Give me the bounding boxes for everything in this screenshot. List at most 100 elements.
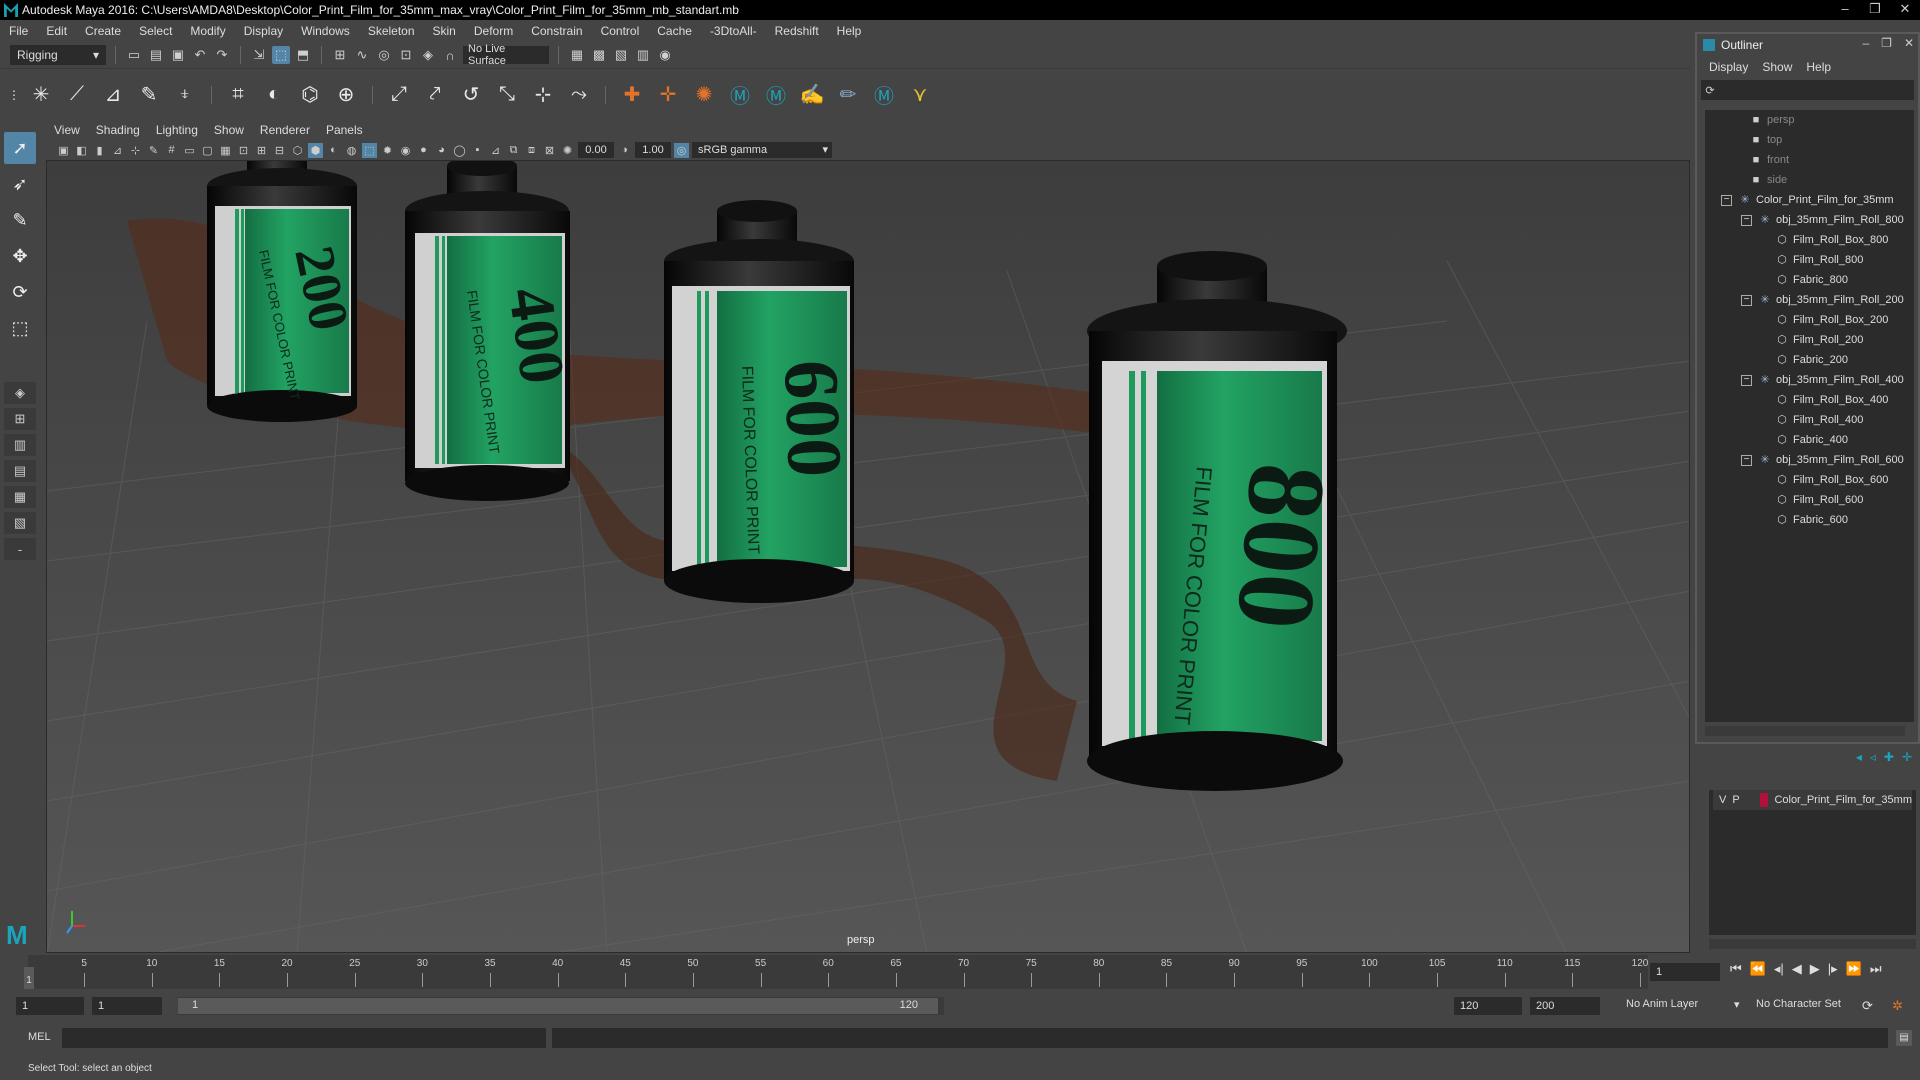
exposure-field[interactable]: 0.00	[578, 142, 614, 158]
wireframe-icon[interactable]: ⬡	[290, 143, 305, 158]
m-tool-one-icon[interactable]: Ⓜ	[725, 80, 755, 110]
minimize-button[interactable]: –	[1830, 0, 1860, 20]
m-tool-two-icon[interactable]: Ⓜ	[761, 80, 791, 110]
chevron-down-icon[interactable]: ▾	[1734, 998, 1740, 1011]
range-thumb[interactable]: 1 120	[178, 998, 938, 1014]
time-ruler[interactable]: 5 10 15 20 25 30 35 40 45 50 55 60 65 70 75 80 85 90 95 100…	[28, 955, 1648, 989]
vp-menu-show[interactable]: Show	[206, 123, 252, 137]
scale-constraint-icon[interactable]: ⤡	[492, 80, 522, 110]
point-constraint-icon[interactable]: ⤤	[420, 80, 450, 110]
shadows-icon[interactable]: ◉	[398, 143, 413, 158]
bookmark-icon[interactable]: ▮	[92, 143, 107, 158]
outliner-horizontal-scrollbar[interactable]	[1705, 726, 1905, 736]
snap-surface-icon[interactable]: ◈	[419, 46, 437, 64]
multisample-aa-icon[interactable]: ◯	[452, 143, 467, 158]
2d-pan-icon[interactable]: ⊹	[128, 143, 143, 158]
outliner-item-root-group[interactable]: − ✳ Color_Print_Film_for_35mm	[1705, 190, 1905, 210]
outliner-item-mesh[interactable]: ⬡ Film_Roll_400	[1705, 410, 1905, 430]
layout-extra-icon[interactable]: ▧	[4, 512, 36, 534]
outliner-item-mesh[interactable]: ⬡ Film_Roll_200	[1705, 330, 1905, 350]
layer-row[interactable]: V P Color_Print_Film_for_35mm	[1713, 790, 1912, 810]
outliner-item-mesh[interactable]: ⬡ Film_Roll_Box_400	[1705, 390, 1905, 410]
outliner-menu-help[interactable]: Help	[1806, 60, 1831, 74]
outliner-menu-display[interactable]: Display	[1709, 60, 1748, 74]
four-view-icon[interactable]: ⊞	[4, 408, 36, 430]
outliner-item-persp[interactable]: ■ persp	[1705, 110, 1905, 130]
step-back-key-icon[interactable]: ⏪	[1750, 961, 1766, 977]
outliner-item-roll-400-group[interactable]: − ✳ obj_35mm_Film_Roll_400	[1705, 370, 1905, 390]
layer-color-swatch[interactable]	[1760, 793, 1769, 807]
outliner-item-mesh[interactable]: ⬡ Fabric_600	[1705, 510, 1905, 530]
xray-components-icon[interactable]: ⊠	[542, 143, 557, 158]
paint-select-icon[interactable]: ✎	[4, 204, 36, 236]
undo-icon[interactable]: ↶	[191, 46, 209, 64]
insert-joint-icon[interactable]: ⟋	[62, 80, 92, 110]
new-layer-selected-icon[interactable]: ✛	[1902, 750, 1912, 764]
menu-skeleton[interactable]: Skeleton	[359, 24, 424, 38]
screen-space-ao-icon[interactable]: ●	[416, 143, 431, 158]
safe-title-icon[interactable]: ⊟	[272, 143, 287, 158]
locator-star-icon[interactable]: ✺	[689, 80, 719, 110]
color-space-dropdown[interactable]: sRGB gamma ▾	[692, 142, 832, 158]
locator-joint-icon[interactable]: ✛	[653, 80, 683, 110]
textured-icon[interactable]: ⬚	[362, 142, 377, 158]
film-gate-icon[interactable]: ▭	[182, 143, 197, 158]
collapse-toggle[interactable]: −	[1741, 454, 1752, 466]
redo-icon[interactable]: ↷	[213, 46, 231, 64]
menu-help[interactable]: Help	[828, 24, 871, 38]
perspective-viewport[interactable]: FILM FOR COLOR PRINT 200 FILM FOR COLOR …	[46, 160, 1690, 953]
maximize-button[interactable]: ❐	[1860, 0, 1890, 20]
wrap-icon[interactable]: ⊕	[331, 80, 361, 110]
scale-tool-icon[interactable]: ⬚	[4, 312, 36, 344]
lattice-icon[interactable]: ⌬	[295, 80, 325, 110]
playback-start-field[interactable]: 1	[92, 997, 162, 1015]
lasso-tool-icon[interactable]: ➶	[4, 168, 36, 200]
rotate-tool-icon[interactable]: ⟳	[4, 276, 36, 308]
bind-skin-icon[interactable]: ⌗	[223, 80, 253, 110]
layer-visibility-toggle[interactable]: V	[1719, 794, 1726, 806]
menu-constrain[interactable]: Constrain	[522, 24, 591, 38]
field-chart-icon[interactable]: ⊡	[236, 143, 251, 158]
filter-icon[interactable]: ⟳	[1701, 81, 1719, 99]
smooth-shade-icon[interactable]: ⬢	[308, 142, 323, 158]
depth-of-field-icon[interactable]: ▪	[470, 143, 485, 158]
menu-deform[interactable]: Deform	[465, 24, 522, 38]
menu-3dtoall[interactable]: -3DtoAll-	[701, 24, 766, 38]
outliner-item-mesh[interactable]: ⬡ Film_Roll_600	[1705, 490, 1905, 510]
grease-pencil-icon[interactable]: ✎	[146, 143, 161, 158]
new-empty-layer-icon[interactable]: ✚	[1884, 750, 1894, 764]
hypershade-icon[interactable]: ◉	[656, 46, 674, 64]
outliner-item-mesh[interactable]: ⬡ Fabric_400	[1705, 430, 1905, 450]
playback-end-field[interactable]: 120	[1454, 997, 1522, 1015]
image-plane-icon[interactable]: ⊿	[110, 143, 125, 158]
ipr-render-icon[interactable]: ▧	[612, 46, 630, 64]
layer-horizontal-scrollbar[interactable]	[1709, 939, 1916, 949]
shelf-menu-icon[interactable]: ⋮	[8, 80, 20, 110]
move-layer-up-icon[interactable]: ◂	[1856, 750, 1862, 764]
menu-create[interactable]: Create	[76, 24, 130, 38]
render-view-icon[interactable]: ▦	[568, 46, 586, 64]
play-forwards-icon[interactable]: ▶	[1810, 961, 1820, 977]
grid-icon[interactable]: #	[164, 143, 179, 158]
snap-curve-icon[interactable]: ∿	[353, 46, 371, 64]
menu-edit[interactable]: Edit	[37, 24, 76, 38]
select-object-icon[interactable]: ⬚	[272, 46, 290, 64]
render-settings-icon[interactable]: ▥	[634, 46, 652, 64]
character-set-dropdown[interactable]: No Character Set	[1756, 998, 1841, 1010]
menu-redshift[interactable]: Redshift	[766, 24, 828, 38]
current-frame-field[interactable]: 1	[1650, 963, 1720, 981]
resolution-gate-icon[interactable]: ▢	[200, 143, 215, 158]
use-all-lights-icon[interactable]: ✹	[380, 143, 395, 158]
outliner-item-roll-600-group[interactable]: − ✳ obj_35mm_Film_Roll_600	[1705, 450, 1905, 470]
select-component-icon[interactable]: ⬒	[294, 46, 312, 64]
persp-graph-icon[interactable]: ▤	[4, 460, 36, 482]
vp-menu-lighting[interactable]: Lighting	[148, 123, 206, 137]
outliner-item-mesh[interactable]: ⬡ Fabric_200	[1705, 350, 1905, 370]
persp-outliner-icon[interactable]: ▥	[4, 434, 36, 456]
joint-tool-icon[interactable]: ✳	[26, 80, 56, 110]
outliner-menu-show[interactable]: Show	[1762, 60, 1792, 74]
step-forward-key-icon[interactable]: ⏩	[1846, 961, 1862, 977]
xray-icon[interactable]: ⧉	[506, 143, 521, 158]
outliner-item-mesh[interactable]: ⬡ Film_Roll_800	[1705, 250, 1905, 270]
outliner-item-front[interactable]: ■ front	[1705, 150, 1905, 170]
